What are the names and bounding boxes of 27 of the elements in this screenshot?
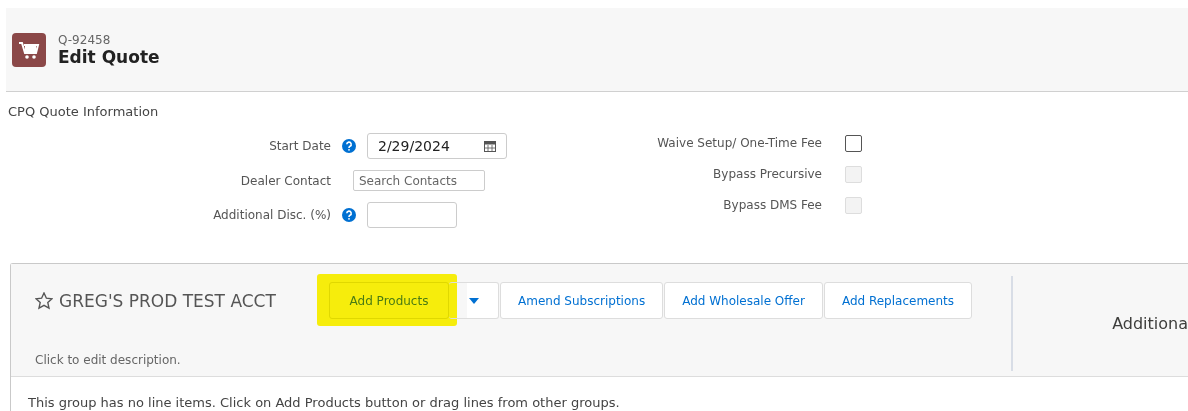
field-label: Additiona (1112, 313, 1188, 333)
field-label: Additional Disc. (%) (212, 208, 331, 222)
caret-icon (468, 297, 479, 304)
help-icon (342, 139, 356, 153)
input-field[interactable] (367, 202, 457, 228)
date-field[interactable]: 2/29/2024 (367, 133, 507, 159)
action-button[interactable]: Add Replacements (823, 282, 973, 319)
page-title: Edit Quote (58, 46, 160, 67)
action-button[interactable]: Amend Subscriptions (500, 282, 664, 319)
calendar-icon (484, 140, 496, 152)
field-label: Bypass DMS Fee (723, 198, 822, 212)
help-icon (342, 208, 356, 222)
field-label: Waive Setup/ One-Time Fee (657, 136, 822, 150)
section-title: CPQ Quote Information (8, 104, 160, 119)
cart-icon (12, 32, 46, 67)
search-field[interactable]: Search Contacts (353, 170, 485, 191)
checkbox[interactable] (845, 134, 862, 152)
field-label: Start Date (268, 139, 331, 153)
action-button[interactable]: Add Products (329, 282, 449, 319)
record-id: Q-92458 (58, 32, 112, 47)
action-button[interactable]: Add Wholesale Offer (664, 282, 823, 319)
group-description[interactable]: Click to edit description. (11, 353, 181, 367)
group-name: GREG'S PROD TEST ACCT (59, 290, 277, 311)
field-label: Bypass Precursive (713, 167, 822, 181)
dropdown-button[interactable] (449, 282, 499, 319)
field-label: Dealer Contact (239, 173, 331, 188)
empty-message: This group has no line items. Click on Add Products button or drag lines from other groups. (28, 395, 620, 410)
